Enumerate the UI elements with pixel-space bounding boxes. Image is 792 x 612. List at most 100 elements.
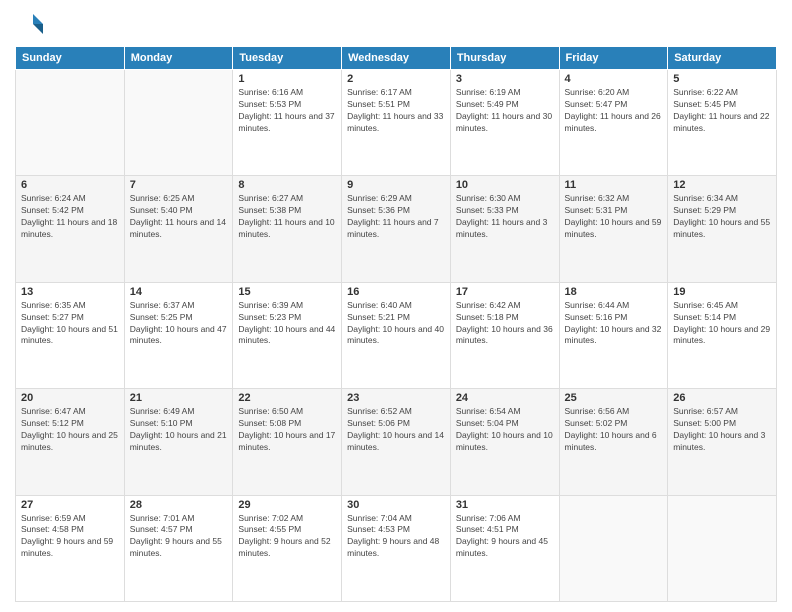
weekday-header-tuesday: Tuesday [233,47,342,70]
day-info: Sunrise: 6:17 AMSunset: 5:51 PMDaylight:… [347,87,445,135]
calendar-cell: 11Sunrise: 6:32 AMSunset: 5:31 PMDayligh… [559,176,668,282]
week-row-5: 27 Sunrise: 6:59 AMSunset: 4:58 PMDayligh… [16,495,777,601]
day-info: Sunrise: 6:56 AMSunset: 5:02 PMDaylight:… [565,406,663,454]
day-number: 12 [673,179,771,191]
day-number: 23 [347,392,445,404]
calendar-cell: 24 Sunrise: 6:54 AMSunset: 5:04 PMDayligh… [450,389,559,495]
calendar-cell: 6 Sunrise: 6:24 AMSunset: 5:42 PMDaylight… [16,176,125,282]
weekday-header-thursday: Thursday [450,47,559,70]
week-row-4: 20 Sunrise: 6:47 AMSunset: 5:12 PMDayligh… [16,389,777,495]
calendar-cell [668,495,777,601]
day-number: 15 [238,286,336,298]
day-info: Sunrise: 6:45 AMSunset: 5:14 PMDaylight:… [673,300,771,348]
day-info: Sunrise: 6:49 AMSunset: 5:10 PMDaylight:… [130,406,228,454]
weekday-header-wednesday: Wednesday [342,47,451,70]
day-number: 2 [347,73,445,85]
week-row-3: 13 Sunrise: 6:35 AMSunset: 5:27 PMDayligh… [16,282,777,388]
calendar-cell: 10 Sunrise: 6:30 AMSunset: 5:33 PMDayligh… [450,176,559,282]
day-number: 4 [565,73,663,85]
day-info: Sunrise: 6:19 AMSunset: 5:49 PMDaylight:… [456,87,554,135]
day-number: 30 [347,499,445,511]
calendar-cell: 20 Sunrise: 6:47 AMSunset: 5:12 PMDayligh… [16,389,125,495]
day-number: 3 [456,73,554,85]
day-info: Sunrise: 7:02 AMSunset: 4:55 PMDaylight:… [238,513,336,561]
calendar-cell: 28 Sunrise: 7:01 AMSunset: 4:57 PMDayligh… [124,495,233,601]
day-info: Sunrise: 6:39 AMSunset: 5:23 PMDaylight:… [238,300,336,348]
calendar-cell: 8Sunrise: 6:27 AMSunset: 5:38 PMDaylight… [233,176,342,282]
header [15,10,777,38]
day-number: 26 [673,392,771,404]
calendar-cell: 3 Sunrise: 6:19 AMSunset: 5:49 PMDaylight… [450,70,559,176]
day-info: Sunrise: 6:40 AMSunset: 5:21 PMDaylight:… [347,300,445,348]
calendar-cell: 22Sunrise: 6:50 AMSunset: 5:08 PMDayligh… [233,389,342,495]
day-info: Sunrise: 7:06 AMSunset: 4:51 PMDaylight:… [456,513,554,561]
calendar-cell [16,70,125,176]
day-number: 8 [238,179,336,191]
calendar-cell: 29 Sunrise: 7:02 AMSunset: 4:55 PMDayligh… [233,495,342,601]
week-row-1: 1Sunrise: 6:16 AMSunset: 5:53 PMDaylight… [16,70,777,176]
day-info: Sunrise: 6:37 AMSunset: 5:25 PMDaylight:… [130,300,228,348]
calendar-cell: 26 Sunrise: 6:57 AMSunset: 5:00 PMDayligh… [668,389,777,495]
calendar-cell: 30 Sunrise: 7:04 AMSunset: 4:53 PMDayligh… [342,495,451,601]
day-number: 6 [21,179,119,191]
calendar-cell: 27 Sunrise: 6:59 AMSunset: 4:58 PMDayligh… [16,495,125,601]
day-number: 29 [238,499,336,511]
day-info: Sunrise: 6:30 AMSunset: 5:33 PMDaylight:… [456,193,554,241]
weekday-header-monday: Monday [124,47,233,70]
day-info: Sunrise: 6:32 AMSunset: 5:31 PMDaylight:… [565,193,663,241]
day-number: 14 [130,286,228,298]
calendar-cell: 9Sunrise: 6:29 AMSunset: 5:36 PMDaylight… [342,176,451,282]
calendar-cell: 12Sunrise: 6:34 AMSunset: 5:29 PMDayligh… [668,176,777,282]
day-info: Sunrise: 6:42 AMSunset: 5:18 PMDaylight:… [456,300,554,348]
day-number: 28 [130,499,228,511]
calendar-cell: 4Sunrise: 6:20 AMSunset: 5:47 PMDaylight… [559,70,668,176]
calendar-cell: 19Sunrise: 6:45 AMSunset: 5:14 PMDayligh… [668,282,777,388]
week-row-2: 6 Sunrise: 6:24 AMSunset: 5:42 PMDaylight… [16,176,777,282]
day-info: Sunrise: 6:24 AMSunset: 5:42 PMDaylight:… [21,193,119,241]
day-info: Sunrise: 6:47 AMSunset: 5:12 PMDaylight:… [21,406,119,454]
calendar-cell: 15 Sunrise: 6:39 AMSunset: 5:23 PMDayligh… [233,282,342,388]
calendar-cell: 7Sunrise: 6:25 AMSunset: 5:40 PMDaylight… [124,176,233,282]
day-info: Sunrise: 6:54 AMSunset: 5:04 PMDaylight:… [456,406,554,454]
calendar-cell: 17Sunrise: 6:42 AMSunset: 5:18 PMDayligh… [450,282,559,388]
weekday-header-friday: Friday [559,47,668,70]
day-number: 18 [565,286,663,298]
day-number: 10 [456,179,554,191]
day-number: 9 [347,179,445,191]
logo-icon [15,10,43,38]
calendar-cell: 31 Sunrise: 7:06 AMSunset: 4:51 PMDayligh… [450,495,559,601]
day-info: Sunrise: 6:35 AMSunset: 5:27 PMDaylight:… [21,300,119,348]
day-number: 5 [673,73,771,85]
day-info: Sunrise: 6:16 AMSunset: 5:53 PMDaylight:… [238,87,336,135]
calendar-cell: 14 Sunrise: 6:37 AMSunset: 5:25 PMDayligh… [124,282,233,388]
calendar-cell: 21 Sunrise: 6:49 AMSunset: 5:10 PMDayligh… [124,389,233,495]
calendar-cell [124,70,233,176]
day-info: Sunrise: 6:59 AMSunset: 4:58 PMDaylight:… [21,513,119,561]
calendar-cell: 18 Sunrise: 6:44 AMSunset: 5:16 PMDayligh… [559,282,668,388]
day-info: Sunrise: 7:04 AMSunset: 4:53 PMDaylight:… [347,513,445,561]
day-info: Sunrise: 6:25 AMSunset: 5:40 PMDaylight:… [130,193,228,241]
weekday-header-sunday: Sunday [16,47,125,70]
day-number: 31 [456,499,554,511]
day-info: Sunrise: 7:01 AMSunset: 4:57 PMDaylight:… [130,513,228,561]
day-number: 20 [21,392,119,404]
day-number: 21 [130,392,228,404]
day-number: 13 [21,286,119,298]
logo [15,10,47,38]
day-number: 24 [456,392,554,404]
day-info: Sunrise: 6:52 AMSunset: 5:06 PMDaylight:… [347,406,445,454]
calendar-cell: 5 Sunrise: 6:22 AMSunset: 5:45 PMDaylight… [668,70,777,176]
calendar-cell: 2 Sunrise: 6:17 AMSunset: 5:51 PMDaylight… [342,70,451,176]
calendar-cell [559,495,668,601]
day-info: Sunrise: 6:57 AMSunset: 5:00 PMDaylight:… [673,406,771,454]
calendar-table: SundayMondayTuesdayWednesdayThursdayFrid… [15,46,777,602]
calendar-cell: 13 Sunrise: 6:35 AMSunset: 5:27 PMDayligh… [16,282,125,388]
day-number: 22 [238,392,336,404]
day-info: Sunrise: 6:22 AMSunset: 5:45 PMDaylight:… [673,87,771,135]
day-number: 25 [565,392,663,404]
day-info: Sunrise: 6:44 AMSunset: 5:16 PMDaylight:… [565,300,663,348]
calendar-cell: 23 Sunrise: 6:52 AMSunset: 5:06 PMDayligh… [342,389,451,495]
weekday-header-row: SundayMondayTuesdayWednesdayThursdayFrid… [16,47,777,70]
day-number: 16 [347,286,445,298]
day-number: 27 [21,499,119,511]
